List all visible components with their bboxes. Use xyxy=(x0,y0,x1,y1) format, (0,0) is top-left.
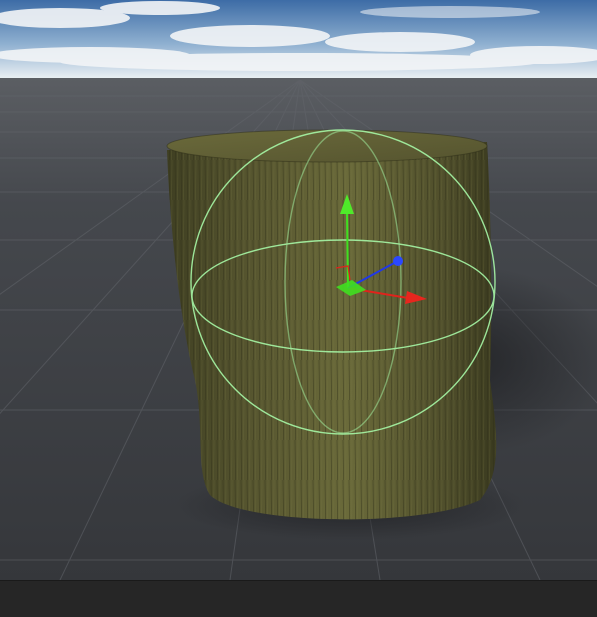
gizmo-axis-y[interactable] xyxy=(346,211,349,289)
bottom-bar xyxy=(0,580,597,617)
scene-canvas[interactable] xyxy=(0,0,597,580)
gizmo-handle-z[interactable] xyxy=(393,256,403,266)
viewport[interactable] xyxy=(0,0,597,580)
tree-stump[interactable] xyxy=(166,129,497,520)
